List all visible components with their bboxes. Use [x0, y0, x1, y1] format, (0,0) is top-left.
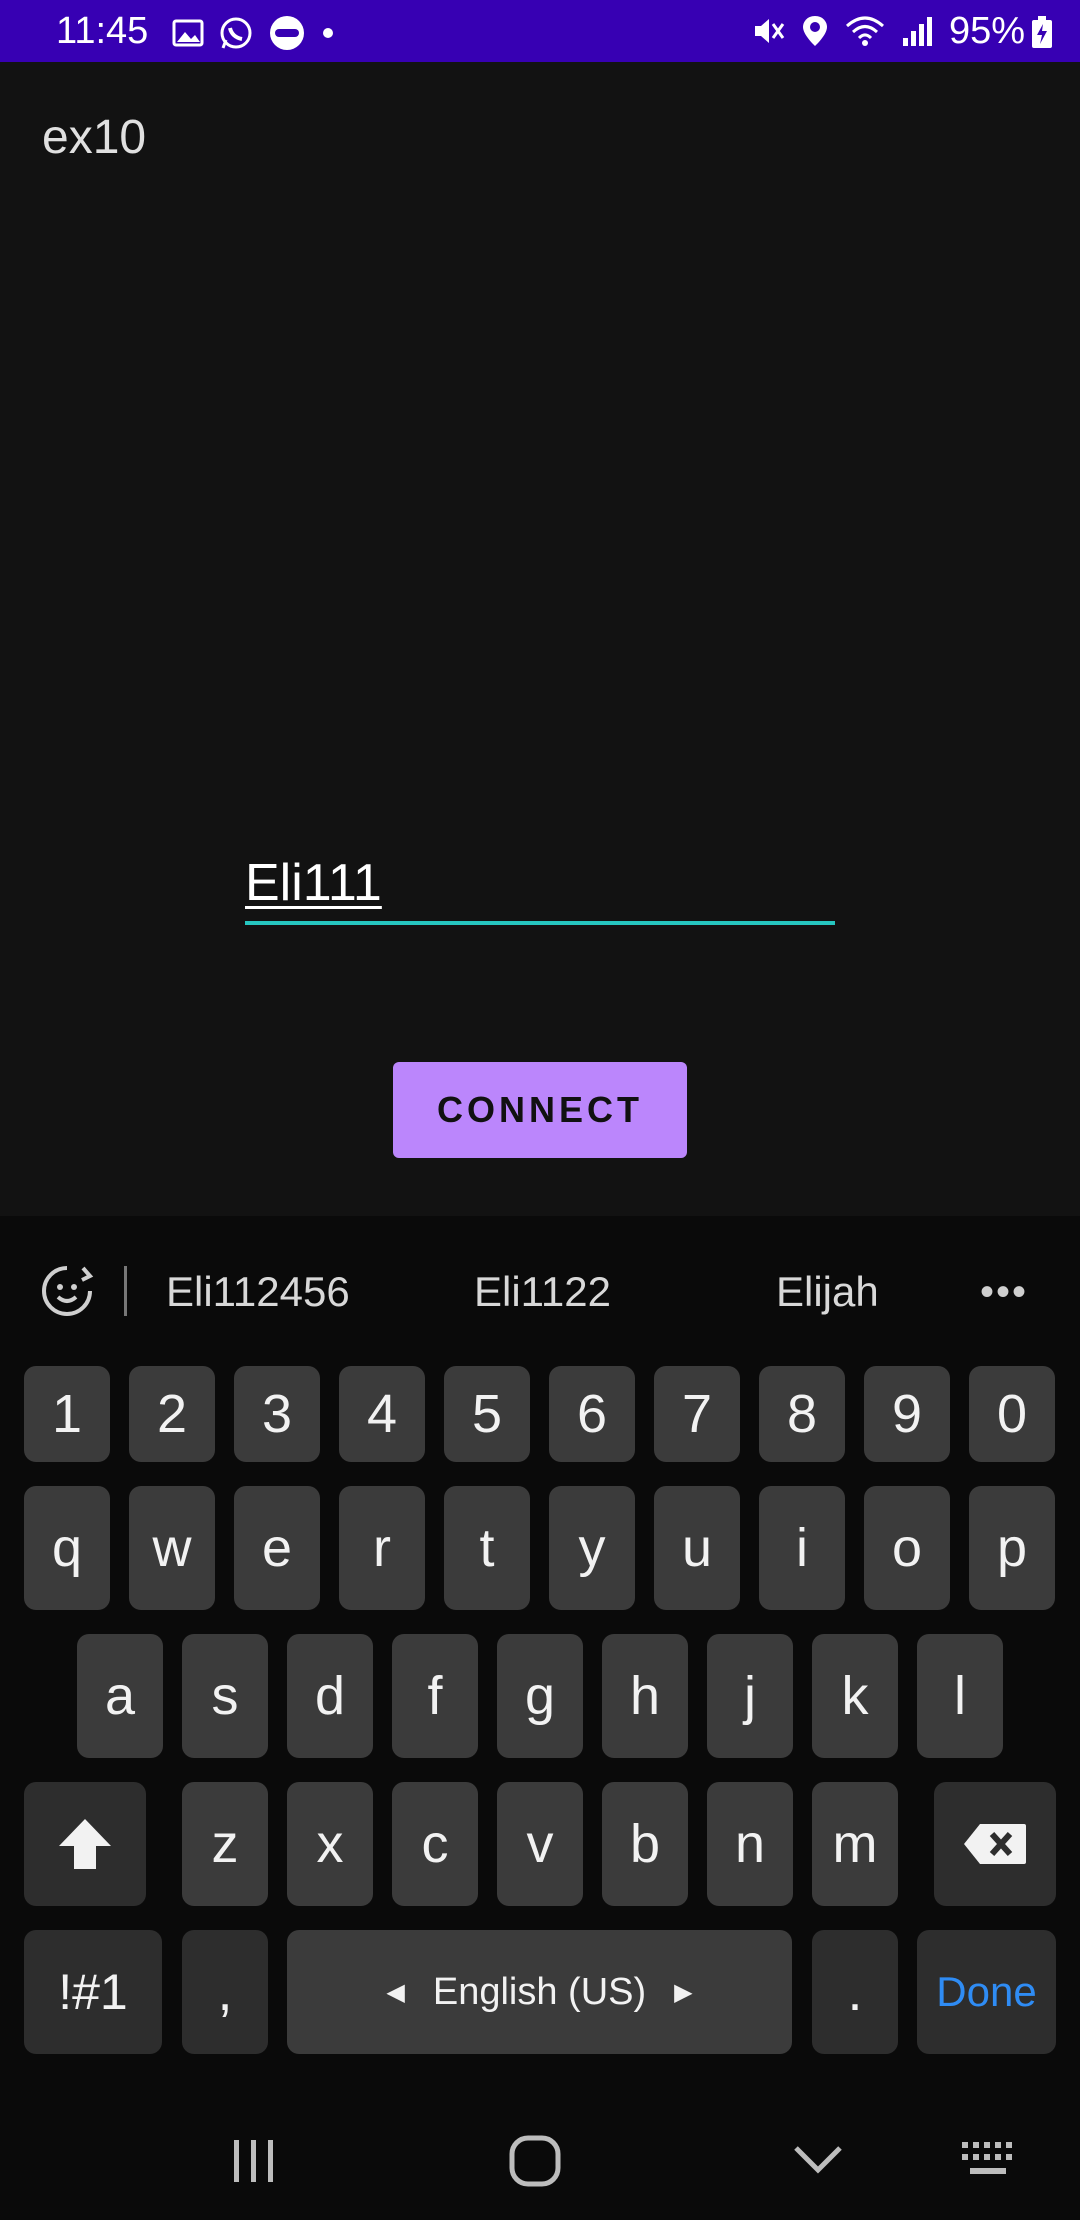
key-k[interactable]: k	[812, 1634, 898, 1758]
keyboard-switch-icon[interactable]	[960, 2138, 1018, 2182]
symbols-key[interactable]: !#1	[24, 1930, 162, 2054]
space-language-label: English (US)	[432, 1970, 647, 2013]
key-r[interactable]: r	[339, 1486, 425, 1610]
key-d[interactable]: d	[287, 1634, 373, 1758]
battery-percentage: 95%	[948, 10, 1025, 52]
key-l[interactable]: l	[917, 1634, 1003, 1758]
whatsapp-icon	[220, 17, 252, 49]
location-icon	[803, 16, 827, 46]
key-y[interactable]: y	[549, 1486, 635, 1610]
shift-key[interactable]	[24, 1782, 146, 1906]
key-6[interactable]: 6	[549, 1366, 635, 1462]
status-time: 11:45	[56, 10, 149, 52]
app-365-icon	[270, 16, 304, 50]
home-icon[interactable]	[508, 2134, 562, 2188]
dot-icon	[323, 28, 333, 38]
key-s[interactable]: s	[182, 1634, 268, 1758]
key-m[interactable]: m	[812, 1782, 898, 1906]
key-7[interactable]: 7	[654, 1366, 740, 1462]
suggestion-divider	[124, 1266, 127, 1316]
suggestion-3[interactable]: Elijah	[776, 1268, 879, 1316]
key-h[interactable]: h	[602, 1634, 688, 1758]
backspace-icon	[964, 1824, 1026, 1864]
key-9[interactable]: 9	[864, 1366, 950, 1462]
key-2[interactable]: 2	[129, 1366, 215, 1462]
key-5[interactable]: 5	[444, 1366, 530, 1462]
connect-button[interactable]: CONNECT	[393, 1062, 687, 1158]
backspace-key[interactable]	[934, 1782, 1056, 1906]
space-key[interactable]: ◀ English (US) ▶	[287, 1930, 792, 2054]
key-t[interactable]: t	[444, 1486, 530, 1610]
done-key[interactable]: Done	[917, 1930, 1056, 2054]
key-x[interactable]: x	[287, 1782, 373, 1906]
name-input[interactable]: Eli111	[245, 845, 835, 925]
period-key[interactable]: .	[812, 1930, 898, 2054]
language-left-arrow-icon: ◀	[386, 1978, 405, 2006]
key-4[interactable]: 4	[339, 1366, 425, 1462]
key-f[interactable]: f	[392, 1634, 478, 1758]
key-i[interactable]: i	[759, 1486, 845, 1610]
status-left-icons	[172, 14, 336, 52]
more-options-icon[interactable]: •••	[980, 1270, 1028, 1315]
key-u[interactable]: u	[654, 1486, 740, 1610]
name-input-value[interactable]: Eli111	[245, 853, 382, 913]
key-w[interactable]: w	[129, 1486, 215, 1610]
language-right-arrow-icon: ▶	[674, 1978, 693, 2006]
suggestion-1[interactable]: Eli112456	[166, 1268, 350, 1316]
key-p[interactable]: p	[969, 1486, 1055, 1610]
key-j[interactable]: j	[707, 1634, 793, 1758]
key-q[interactable]: q	[24, 1486, 110, 1610]
status-right-icons	[751, 14, 935, 48]
mute-icon	[755, 19, 785, 43]
suggestion-2[interactable]: Eli1122	[474, 1268, 611, 1316]
key-3[interactable]: 3	[234, 1366, 320, 1462]
key-a[interactable]: a	[77, 1634, 163, 1758]
key-b[interactable]: b	[602, 1782, 688, 1906]
key-v[interactable]: v	[497, 1782, 583, 1906]
recent-apps-icon[interactable]	[230, 2138, 278, 2184]
comma-key[interactable]: ,	[182, 1930, 268, 2054]
key-n[interactable]: n	[707, 1782, 793, 1906]
key-1[interactable]: 1	[24, 1366, 110, 1462]
key-c[interactable]: c	[392, 1782, 478, 1906]
gallery-icon	[172, 19, 204, 47]
navigation-bar	[0, 2100, 1080, 2220]
suggestion-bar: Eli112456 Eli1122 Elijah •••	[0, 1216, 1080, 1366]
key-g[interactable]: g	[497, 1634, 583, 1758]
key-8[interactable]: 8	[759, 1366, 845, 1462]
back-icon[interactable]	[792, 2144, 844, 2174]
key-0[interactable]: 0	[969, 1366, 1055, 1462]
battery-charging-icon	[1032, 16, 1052, 48]
expression-toggle-icon[interactable]	[38, 1262, 96, 1320]
soft-keyboard: Eli112456 Eli1122 Elijah ••• 1 2 3 4 5 6…	[0, 1216, 1080, 2220]
key-o[interactable]: o	[864, 1486, 950, 1610]
key-e[interactable]: e	[234, 1486, 320, 1610]
key-z[interactable]: z	[182, 1782, 268, 1906]
status-bar: 11:45 95%	[0, 0, 1080, 62]
wifi-icon	[846, 16, 884, 46]
shift-icon	[59, 1819, 111, 1869]
app-title: ex10	[42, 111, 147, 164]
signal-icon	[903, 17, 932, 46]
